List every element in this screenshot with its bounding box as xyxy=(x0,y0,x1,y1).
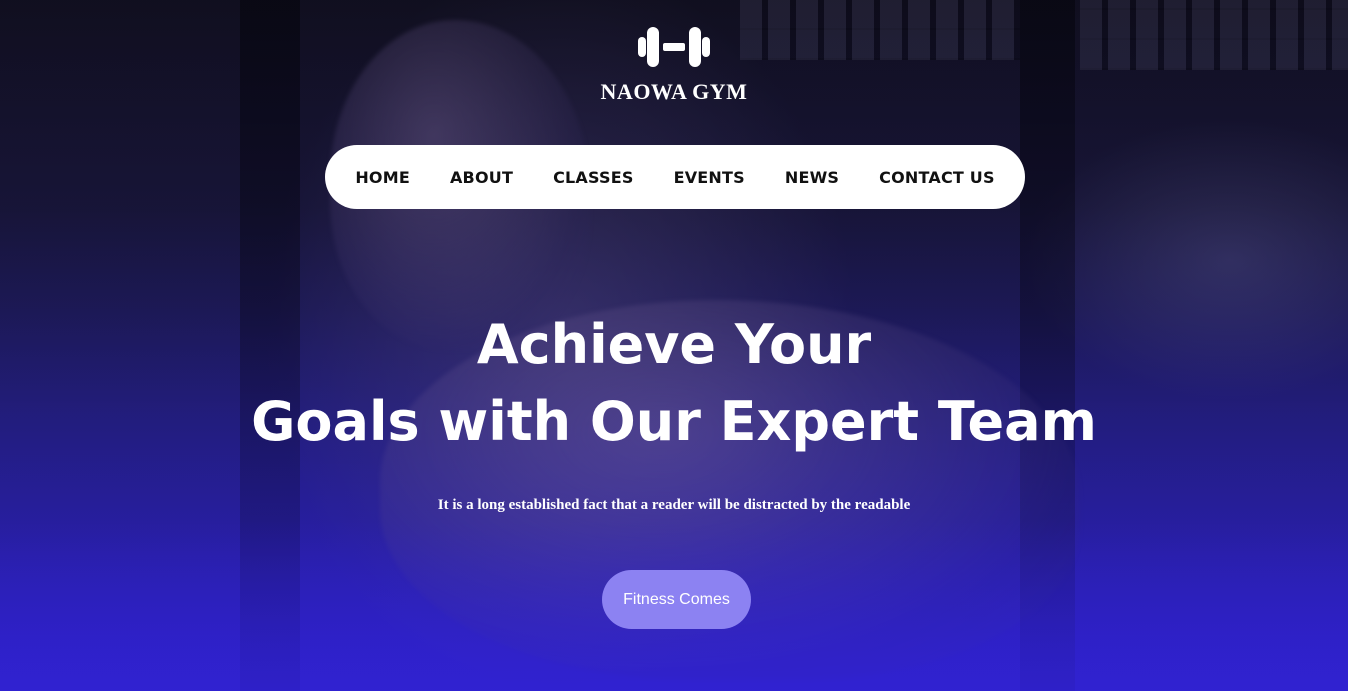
nav-item-news[interactable]: NEWS xyxy=(785,168,839,187)
nav-item-classes[interactable]: CLASSES xyxy=(553,168,634,187)
hero-section: NAOWA GYM HOME ABOUT CLASSES EVENTS NEWS… xyxy=(0,0,1348,691)
dumbbell-icon xyxy=(638,27,710,67)
hero-headline: Achieve Your Goals with Our Expert Team xyxy=(0,310,1348,470)
logo[interactable]: NAOWA GYM xyxy=(0,24,1348,105)
nav-item-about[interactable]: ABOUT xyxy=(450,168,513,187)
nav-item-home[interactable]: HOME xyxy=(355,168,410,187)
brand-name: NAOWA GYM xyxy=(600,79,748,104)
nav-item-events[interactable]: EVENTS xyxy=(674,168,745,187)
main-navigation: HOME ABOUT CLASSES EVENTS NEWS CONTACT U… xyxy=(325,145,1025,209)
hero-subtext: It is a long established fact that a rea… xyxy=(437,497,911,513)
fitness-comes-button[interactable]: Fitness Comes xyxy=(602,570,751,629)
headline-line-2: Goals with Our Expert Team xyxy=(251,390,1097,453)
headline-line-1: Achieve Your xyxy=(476,313,872,376)
nav-item-contact-us[interactable]: CONTACT US xyxy=(879,168,995,187)
